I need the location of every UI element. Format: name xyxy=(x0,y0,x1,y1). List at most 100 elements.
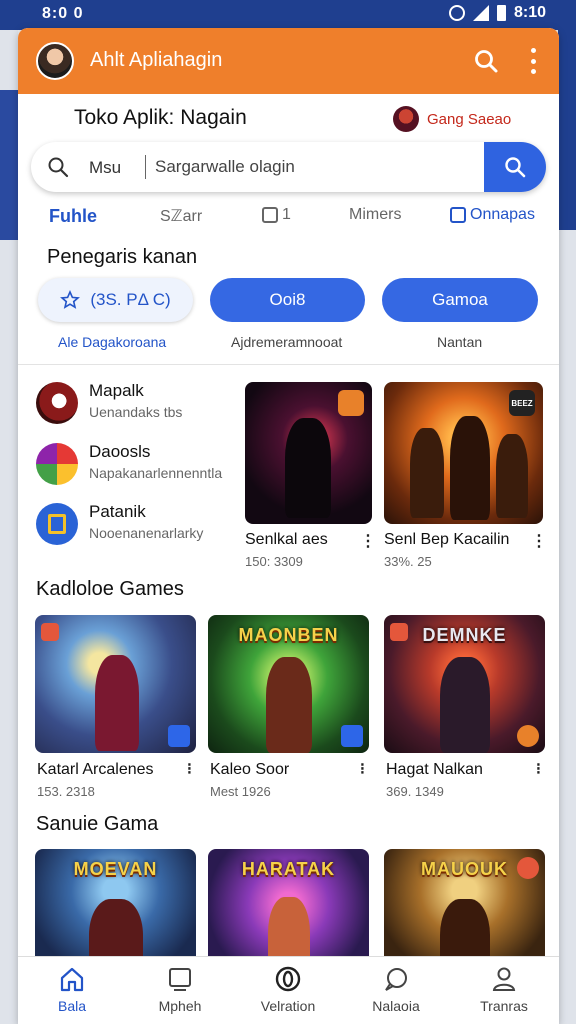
featured-game-card[interactable]: BEEZ Senl Bep Kacailin 33%. 25 ⋮ xyxy=(384,382,547,569)
search-button[interactable] xyxy=(484,142,546,192)
pill-caption[interactable]: Ale Dagakoroana xyxy=(58,334,166,350)
game-name: Hagat Nalkan xyxy=(386,761,483,778)
game-art-title: HARATAK xyxy=(241,859,336,879)
nav-label: Bala xyxy=(57,998,87,1014)
more-vert-icon[interactable]: ⋮ xyxy=(360,531,376,551)
list-item[interactable]: Mapalk Uenandaks tbs xyxy=(36,378,236,428)
game-card[interactable]: MAONBEN Kaleo Soor Mest 1926 ⁝ xyxy=(208,615,369,799)
app-badge xyxy=(517,725,539,747)
background-right xyxy=(558,30,576,1024)
game-meta: 369. 1349 xyxy=(386,784,444,799)
game-art-title: MAONBEN xyxy=(238,625,339,645)
app-badge: BEEZ xyxy=(509,390,535,416)
app-title: Ahlt Apliahagin xyxy=(90,49,223,71)
app-name: Daoosls xyxy=(89,442,151,461)
nav-home[interactable]: Bala xyxy=(18,957,126,1024)
game-meta: 153. 2318 xyxy=(37,784,95,799)
person-icon xyxy=(492,967,516,991)
app-badge xyxy=(338,390,364,416)
nav-profile[interactable]: Tranras xyxy=(450,957,558,1024)
tab-top[interactable]: Sℤarr xyxy=(160,206,202,226)
game-meta: 33%. 25 xyxy=(384,554,432,569)
battery-icon xyxy=(496,5,506,21)
more-vert-icon[interactable]: ⁝ xyxy=(360,759,365,779)
game-name: Katarl Arcalenes xyxy=(37,761,154,778)
app-name: Patanik xyxy=(89,502,146,521)
user-chip[interactable]: Gang Saeao xyxy=(393,106,511,132)
alarm-icon xyxy=(448,5,465,21)
search-icon xyxy=(48,157,69,178)
nav-label: Tranras xyxy=(480,998,528,1014)
search-icon[interactable] xyxy=(473,48,499,74)
app-badge xyxy=(517,857,539,879)
app-badge xyxy=(41,623,59,641)
app-subtitle: Nooenanenarlarky xyxy=(89,525,204,541)
game-artwork: DEMNKE xyxy=(384,615,545,753)
more-vert-icon[interactable]: ⁝ xyxy=(187,759,192,779)
pill-caption: Nantan xyxy=(437,334,483,350)
status-time: 8:0 0 xyxy=(42,5,84,22)
app-name: Mapalk xyxy=(89,381,144,400)
nav-inbox[interactable]: Mpheh xyxy=(126,957,234,1024)
search-menu-label[interactable]: Msu xyxy=(89,158,121,178)
game-card[interactable]: Katarl Arcalenes 153. 2318 ⁝ xyxy=(35,615,196,799)
list-item[interactable]: Patanik Nooenanenarlarky xyxy=(36,499,236,549)
featured-game-card[interactable]: Senlkal aes 150: 3309 ⋮ xyxy=(245,382,376,569)
game-artwork: MAONBEN xyxy=(208,615,369,753)
nav-circle[interactable]: Velration xyxy=(234,957,342,1024)
nav-label: Mpheh xyxy=(158,998,202,1014)
game-meta: Mest 1926 xyxy=(210,784,271,799)
filter-pill-2[interactable]: Ooi8 xyxy=(210,278,365,322)
avatar[interactable] xyxy=(36,42,74,80)
search-input[interactable] xyxy=(155,152,485,182)
section-title: Kadloloe Games xyxy=(36,578,184,600)
user-avatar xyxy=(393,106,419,132)
filter-pills: (3S. PΔ C) Ooi8 Gamoa xyxy=(18,278,559,328)
app-badge xyxy=(390,623,408,641)
game-name: Kaleo Soor xyxy=(210,761,290,778)
filter-pill-3[interactable]: Gamoa xyxy=(382,278,538,322)
section-title: Penegaris kanan xyxy=(47,246,198,268)
divider xyxy=(18,364,559,365)
nav-label: Nalaoia xyxy=(372,998,420,1014)
tab-fuhle[interactable]: Fuhle xyxy=(49,206,97,227)
game-card[interactable]: DEMNKE Hagat Nalkan 369. 1349 ⁝ xyxy=(384,615,545,799)
search-bar: Msu xyxy=(31,142,546,192)
circle-icon xyxy=(275,966,301,992)
home-icon xyxy=(60,967,84,992)
filter-pill-1[interactable]: (3S. PΔ C) xyxy=(38,278,193,322)
pill-caption: Ajdremeramnooat xyxy=(231,334,343,350)
star-icon xyxy=(60,290,81,309)
share-icon xyxy=(262,207,278,223)
list-item[interactable]: Daoosls Napakanarlennenntla xyxy=(36,439,236,489)
game-meta: 150: 3309 xyxy=(245,554,303,569)
status-right-time: 8:10 xyxy=(513,4,546,21)
bookmark-icon xyxy=(450,207,466,223)
more-vert-icon[interactable] xyxy=(529,48,537,74)
nav-label: Velration xyxy=(260,998,316,1014)
app-bar: Ahlt Apliahagin xyxy=(18,28,559,94)
game-art-title: DEMNKE xyxy=(422,625,507,645)
tab-updates[interactable]: 1 xyxy=(262,206,291,224)
status-icons: 8:10 xyxy=(448,4,546,22)
app-subtitle: Napakanarlennenntla xyxy=(89,465,223,481)
nav-chat[interactable]: Nalaoia xyxy=(342,957,450,1024)
tab-onnapas[interactable]: Onnapas xyxy=(450,206,535,224)
category-tabs: Fuhle Sℤarr 1 Mimers Onnapas xyxy=(18,206,559,236)
game-artwork xyxy=(245,382,372,524)
more-vert-icon[interactable]: ⁝ xyxy=(536,759,541,779)
app-icon xyxy=(36,443,78,485)
app-icon xyxy=(36,382,78,424)
chat-icon xyxy=(385,968,407,991)
game-name: Senlkal aes xyxy=(245,531,328,548)
app-subtitle: Uenandaks tbs xyxy=(89,404,183,420)
more-vert-icon[interactable]: ⋮ xyxy=(531,531,547,551)
inbox-icon xyxy=(169,968,191,991)
background-left xyxy=(0,30,18,1024)
bottom-navigation: Bala Mpheh Velration Nalaoia Tranras xyxy=(18,956,559,1024)
tab-mimers[interactable]: Mimers xyxy=(349,206,401,224)
search-icon xyxy=(505,157,526,178)
signal-icon xyxy=(472,5,489,21)
search-divider xyxy=(145,155,146,179)
section-title: Sanuie Gama xyxy=(36,813,159,835)
